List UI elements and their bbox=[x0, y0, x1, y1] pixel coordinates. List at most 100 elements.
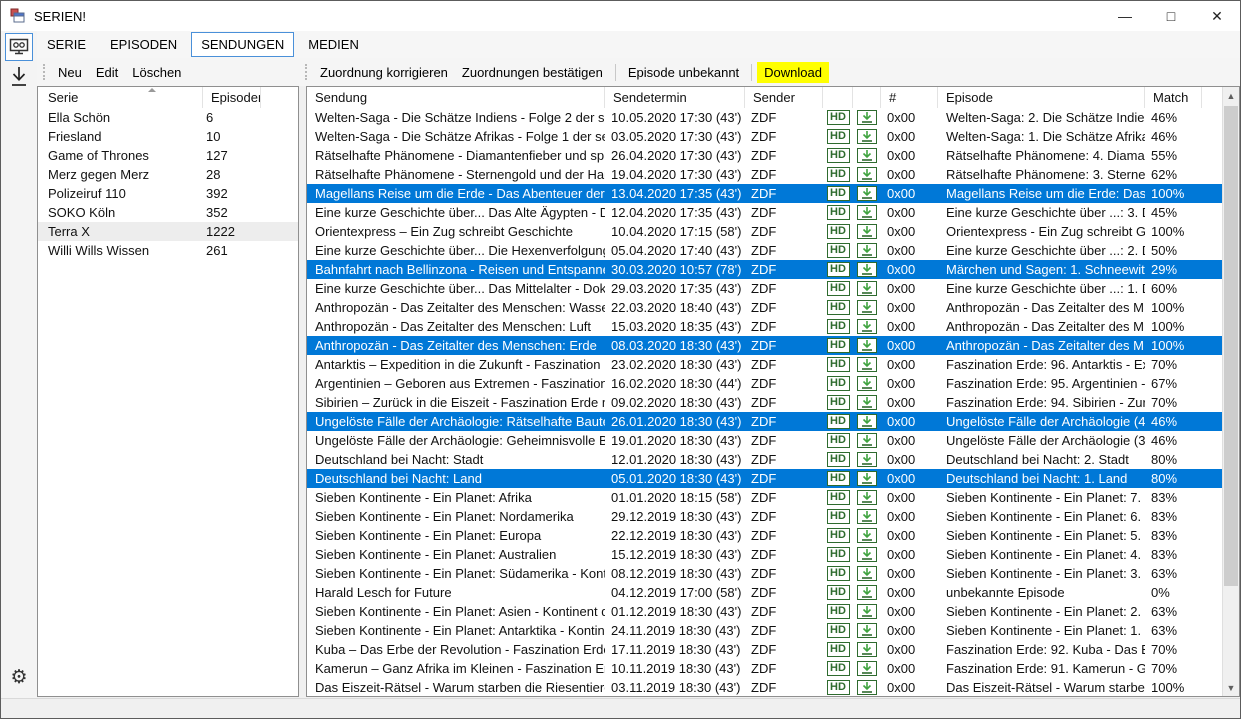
broadcast-date: 15.03.2020 18:35 (43') bbox=[605, 317, 745, 336]
broadcast-row[interactable]: Anthropozän - Das Zeitalter des Menschen… bbox=[307, 336, 1222, 355]
broadcast-row[interactable]: Rätselhafte Phänomene - Sternengold und … bbox=[307, 165, 1222, 184]
toolbar-button[interactable]: Neu bbox=[51, 62, 89, 83]
menu-item-medien[interactable]: MEDIEN bbox=[298, 32, 369, 57]
toolbar-grip-icon[interactable] bbox=[305, 64, 307, 80]
matched-episode: Eine kurze Geschichte über ...: 3. D... bbox=[938, 203, 1145, 222]
toolbar-button[interactable]: Episode unbekannt bbox=[621, 62, 746, 83]
matched-episode: Anthropozän - Das Zeitalter des M... bbox=[938, 336, 1145, 355]
series-episode-count: 352 bbox=[203, 203, 261, 222]
broadcast-row[interactable]: Deutschland bei Nacht: Land 05.01.2020 1… bbox=[307, 469, 1222, 488]
column-header-match[interactable]: Match bbox=[1145, 87, 1202, 108]
broadcast-title: Kuba – Das Erbe der Revolution - Faszina… bbox=[307, 640, 605, 659]
broadcast-row[interactable]: Sieben Kontinente - Ein Planet: Nordamer… bbox=[307, 507, 1222, 526]
download-status-icon bbox=[857, 357, 877, 372]
broadcast-row[interactable]: Sieben Kontinente - Ein Planet: Europa 2… bbox=[307, 526, 1222, 545]
app-icon bbox=[10, 8, 26, 24]
broadcast-row[interactable]: Antarktis – Expedition in die Zukunft - … bbox=[307, 355, 1222, 374]
series-row[interactable]: Ella Schön 6 bbox=[38, 108, 298, 127]
broadcast-row[interactable]: Anthropozän - Das Zeitalter des Menschen… bbox=[307, 298, 1222, 317]
broadcast-row[interactable]: Kamerun – Ganz Afrika im Kleinen - Faszi… bbox=[307, 659, 1222, 678]
broadcast-date: 19.01.2020 18:30 (43') bbox=[605, 431, 745, 450]
series-row[interactable]: Merz gegen Merz 28 bbox=[38, 165, 298, 184]
column-header-sendetermin[interactable]: Sendetermin bbox=[605, 87, 745, 108]
broadcast-number: 0x00 bbox=[881, 507, 938, 526]
scroll-down-icon[interactable]: ▼ bbox=[1223, 679, 1239, 696]
series-row[interactable]: SOKO Köln 352 bbox=[38, 203, 298, 222]
menu-item-episoden[interactable]: EPISODEN bbox=[100, 32, 187, 57]
column-header-sendung[interactable]: Sendung bbox=[307, 87, 605, 108]
column-header-episode[interactable]: Episode bbox=[938, 87, 1145, 108]
broadcast-row[interactable]: Eine kurze Geschichte über... Die Hexenv… bbox=[307, 241, 1222, 260]
download-status-icon bbox=[857, 262, 877, 277]
broadcast-row[interactable]: Magellans Reise um die Erde - Das Abente… bbox=[307, 184, 1222, 203]
vertical-scrollbar[interactable]: ▲ ▼ bbox=[1222, 87, 1239, 696]
scrollbar-thumb[interactable] bbox=[1224, 106, 1238, 586]
broadcast-row[interactable]: Sieben Kontinente - Ein Planet: Antarkti… bbox=[307, 621, 1222, 640]
toolbar-button[interactable]: Zuordnung korrigieren bbox=[313, 62, 455, 83]
column-header-serie[interactable]: Serie bbox=[38, 87, 203, 108]
column-header-episoden[interactable]: Episoden bbox=[203, 87, 261, 108]
broadcast-row[interactable]: Orientexpress – Ein Zug schreibt Geschic… bbox=[307, 222, 1222, 241]
menu-item-sendungen[interactable]: SENDUNGEN bbox=[191, 32, 294, 57]
download-status-icon bbox=[857, 585, 877, 600]
broadcast-sender: ZDF bbox=[745, 583, 823, 602]
broadcast-row[interactable]: Sieben Kontinente - Ein Planet: Afrika 0… bbox=[307, 488, 1222, 507]
series-row[interactable]: Terra X 1222 bbox=[38, 222, 298, 241]
settings-button[interactable]: ⚙ bbox=[6, 664, 32, 690]
download-view-button[interactable] bbox=[5, 63, 33, 91]
scroll-up-icon[interactable]: ▲ bbox=[1223, 87, 1239, 104]
broadcast-row[interactable]: Sieben Kontinente - Ein Planet: Südameri… bbox=[307, 564, 1222, 583]
toolbar-button[interactable]: Zuordnungen bestätigen bbox=[455, 62, 610, 83]
broadcast-row[interactable]: Welten-Saga - Die Schätze Afrikas - Folg… bbox=[307, 127, 1222, 146]
broadcast-row[interactable]: Deutschland bei Nacht: Stadt 12.01.2020 … bbox=[307, 450, 1222, 469]
broadcast-date: 22.12.2019 18:30 (43') bbox=[605, 526, 745, 545]
broadcast-row[interactable]: Argentinien – Geboren aus Extremen - Fas… bbox=[307, 374, 1222, 393]
hd-badge: HD bbox=[827, 281, 850, 296]
broadcast-row[interactable]: Harald Lesch for Future 04.12.2019 17:00… bbox=[307, 583, 1222, 602]
matched-episode: Rätselhafte Phänomene: 4. Diaman... bbox=[938, 146, 1145, 165]
broadcast-row[interactable]: Sieben Kontinente - Ein Planet: Asien - … bbox=[307, 602, 1222, 621]
broadcast-date: 22.03.2020 18:40 (43') bbox=[605, 298, 745, 317]
broadcast-number: 0x00 bbox=[881, 241, 938, 260]
download-status-icon bbox=[857, 642, 877, 657]
broadcast-row[interactable]: Sibirien – Zurück in die Eiszeit - Faszi… bbox=[307, 393, 1222, 412]
broadcast-row[interactable]: Anthropozän - Das Zeitalter des Menschen… bbox=[307, 317, 1222, 336]
broadcast-date: 01.12.2019 18:30 (43') bbox=[605, 602, 745, 621]
series-episode-count: 127 bbox=[203, 146, 261, 165]
maximize-button[interactable]: □ bbox=[1148, 1, 1194, 31]
match-percent: 63% bbox=[1145, 621, 1202, 640]
matched-episode: Sieben Kontinente - Ein Planet: 7. ... bbox=[938, 488, 1145, 507]
series-row[interactable]: Polizeiruf 110 392 bbox=[38, 184, 298, 203]
broadcast-row[interactable]: Bahnfahrt nach Bellinzona - Reisen und E… bbox=[307, 260, 1222, 279]
broadcast-row[interactable]: Kuba – Das Erbe der Revolution - Faszina… bbox=[307, 640, 1222, 659]
broadcast-row[interactable]: Ungelöste Fälle der Archäologie: Rätselh… bbox=[307, 412, 1222, 431]
download-status-icon bbox=[857, 547, 877, 562]
close-button[interactable]: ✕ bbox=[1194, 1, 1240, 31]
broadcast-date: 26.01.2020 18:30 (43') bbox=[605, 412, 745, 431]
menu-item-serie[interactable]: SERIE bbox=[37, 32, 96, 57]
media-view-button[interactable] bbox=[5, 33, 33, 61]
series-row[interactable]: Friesland 10 bbox=[38, 127, 298, 146]
column-header-download[interactable] bbox=[853, 87, 881, 108]
minimize-button[interactable]: — bbox=[1102, 1, 1148, 31]
column-header-hd[interactable] bbox=[823, 87, 853, 108]
broadcast-row[interactable]: Eine kurze Geschichte über... Das Alte Ä… bbox=[307, 203, 1222, 222]
match-percent: 70% bbox=[1145, 659, 1202, 678]
match-percent: 100% bbox=[1145, 298, 1202, 317]
toolbar-button[interactable]: Download bbox=[757, 62, 829, 83]
series-row[interactable]: Willi Wills Wissen 261 bbox=[38, 241, 298, 260]
broadcast-row[interactable]: Ungelöste Fälle der Archäologie: Geheimn… bbox=[307, 431, 1222, 450]
broadcast-row[interactable]: Welten-Saga - Die Schätze Indiens - Folg… bbox=[307, 108, 1222, 127]
broadcast-number: 0x00 bbox=[881, 355, 938, 374]
broadcast-row[interactable]: Sieben Kontinente - Ein Planet: Australi… bbox=[307, 545, 1222, 564]
column-header-number[interactable]: # bbox=[881, 87, 938, 108]
column-header-sender[interactable]: Sender bbox=[745, 87, 823, 108]
series-episode-count: 10 bbox=[203, 127, 261, 146]
toolbar-button[interactable]: Edit bbox=[89, 62, 125, 83]
toolbar-grip-icon[interactable] bbox=[43, 64, 45, 80]
broadcast-row[interactable]: Rätselhafte Phänomene - Diamantenfieber … bbox=[307, 146, 1222, 165]
broadcast-row[interactable]: Eine kurze Geschichte über... Das Mittel… bbox=[307, 279, 1222, 298]
toolbar-button[interactable]: Löschen bbox=[125, 62, 188, 83]
broadcast-row[interactable]: Das Eiszeit-Rätsel - Warum starben die R… bbox=[307, 678, 1222, 697]
series-row[interactable]: Game of Thrones 127 bbox=[38, 146, 298, 165]
